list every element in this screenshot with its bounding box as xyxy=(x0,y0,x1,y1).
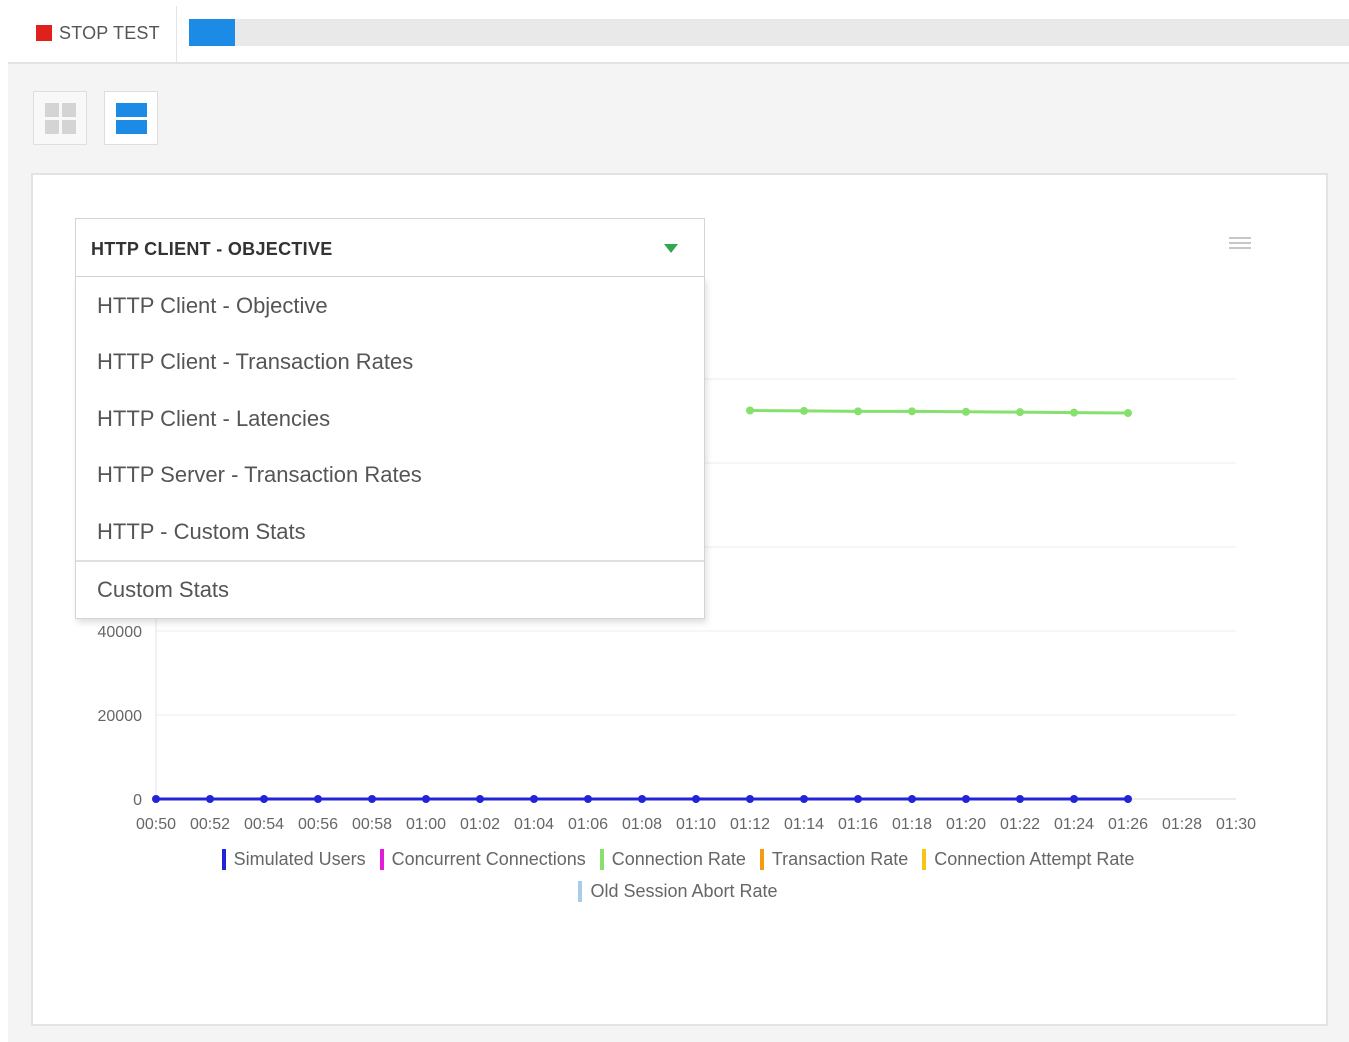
x-tick-label: 01:00 xyxy=(406,816,446,833)
menu-item-http-client-objective[interactable]: HTTP Client - Objective xyxy=(76,278,704,334)
menu-item-http-custom-stats[interactable]: HTTP - Custom Stats xyxy=(76,504,704,560)
simulated-users-point xyxy=(206,795,214,803)
x-tick-label: 01:28 xyxy=(1162,816,1202,833)
simulated-users-point xyxy=(1124,795,1132,803)
legend-swatch xyxy=(922,848,927,870)
x-tick-label: 01:02 xyxy=(460,816,500,833)
simulated-users-point xyxy=(260,795,268,803)
legend-swatch xyxy=(221,848,226,870)
x-tick-label: 01:06 xyxy=(568,816,608,833)
legend-label: Concurrent Connections xyxy=(391,848,586,869)
x-tick-label: 01:10 xyxy=(676,816,716,833)
simulated-users-point xyxy=(962,795,970,803)
y-tick-label: 40000 xyxy=(98,624,143,641)
legend-swatch xyxy=(759,848,764,870)
x-tick-label: 01:04 xyxy=(514,816,554,833)
legend-item[interactable]: Simulated Users xyxy=(221,847,366,871)
x-tick-label: 01:22 xyxy=(1000,816,1040,833)
top-toolbar: STOP TEST xyxy=(8,0,1349,64)
legend-label: Old Session Abort Rate xyxy=(590,880,778,901)
x-tick-label: 01:16 xyxy=(838,816,878,833)
connection-rate-point xyxy=(1124,409,1132,418)
x-tick-label: 01:26 xyxy=(1108,816,1148,833)
simulated-users-point xyxy=(314,795,322,803)
legend-item[interactable]: Connection Rate xyxy=(599,847,746,871)
x-tick-label: 00:58 xyxy=(352,816,392,833)
x-tick-label: 01:20 xyxy=(946,816,986,833)
stop-test-button[interactable]: STOP TEST xyxy=(36,18,160,48)
legend-item[interactable]: Transaction Rate xyxy=(759,847,909,871)
x-tick-label: 01:12 xyxy=(730,816,770,833)
chart-selector-menu: HTTP Client - Objective HTTP Client - Tr… xyxy=(75,277,705,619)
list-view-button[interactable] xyxy=(104,91,158,145)
stop-icon xyxy=(36,25,52,41)
chart-legend: Simulated Users Concurrent Connections Con… xyxy=(123,847,1233,903)
chart-menu-icon[interactable] xyxy=(1229,237,1253,253)
simulated-users-point xyxy=(152,795,160,803)
x-tick-label: 00:54 xyxy=(244,816,284,833)
simulated-users-point xyxy=(1070,795,1078,803)
simulated-users-point xyxy=(908,795,916,803)
legend-swatch xyxy=(578,880,583,902)
simulated-users-point xyxy=(692,795,700,803)
connection-rate-point xyxy=(1016,408,1024,417)
legend-item[interactable]: Concurrent Connections xyxy=(379,847,586,871)
simulated-users-point xyxy=(746,795,754,803)
grid-view-button[interactable] xyxy=(33,91,87,145)
connection-rate-point xyxy=(1070,408,1078,417)
legend-label: Transaction Rate xyxy=(771,848,909,869)
y-tick-label: 0 xyxy=(133,792,142,809)
x-tick-label: 01:24 xyxy=(1054,816,1094,833)
x-tick-label: 00:52 xyxy=(190,816,230,833)
legend-item[interactable]: Connection Attempt Rate xyxy=(922,847,1134,871)
test-progress-fill xyxy=(189,19,236,46)
x-tick-label: 01:08 xyxy=(622,816,662,833)
connection-rate-point xyxy=(908,407,916,416)
menu-item-http-client-latencies[interactable]: HTTP Client - Latencies xyxy=(76,391,704,447)
chart-selector-value: HTTP CLIENT - OBJECTIVE xyxy=(91,239,333,259)
menu-item-http-server-transaction-rates[interactable]: HTTP Server - Transaction Rates xyxy=(76,447,704,503)
simulated-users-point xyxy=(476,795,484,803)
legend-label: Connection Attempt Rate xyxy=(934,848,1135,869)
chevron-down-icon xyxy=(664,244,678,253)
x-tick-label: 00:56 xyxy=(298,816,338,833)
legend-swatch xyxy=(379,848,384,870)
toolbar-divider xyxy=(176,6,177,62)
legend-label: Connection Rate xyxy=(611,848,746,869)
legend-swatch xyxy=(599,848,604,870)
x-tick-label: 01:30 xyxy=(1216,816,1256,833)
simulated-users-point xyxy=(800,795,808,803)
legend-item[interactable]: Old Session Abort Rate xyxy=(578,879,778,903)
simulated-users-point xyxy=(530,795,538,803)
stop-test-label: STOP TEST xyxy=(59,22,160,43)
test-progress-bar xyxy=(189,19,1349,46)
y-tick-label: 20000 xyxy=(98,708,143,725)
x-tick-label: 00:50 xyxy=(136,816,176,833)
connection-rate-point xyxy=(962,407,970,416)
x-tick-label: 01:18 xyxy=(892,816,932,833)
simulated-users-point xyxy=(584,795,592,803)
connection-rate-point xyxy=(854,407,862,416)
simulated-users-point xyxy=(638,795,646,803)
simulated-users-point xyxy=(422,795,430,803)
chart-selector-dropdown[interactable]: HTTP CLIENT - OBJECTIVE xyxy=(75,218,705,277)
legend-label: Simulated Users xyxy=(233,848,366,869)
menu-item-http-client-transaction-rates[interactable]: HTTP Client - Transaction Rates xyxy=(76,334,704,390)
connection-rate-point xyxy=(746,406,754,415)
simulated-users-point xyxy=(1016,795,1024,803)
simulated-users-point xyxy=(854,795,862,803)
simulated-users-point xyxy=(368,795,376,803)
connection-rate-point xyxy=(800,406,808,415)
x-tick-label: 01:14 xyxy=(784,816,824,833)
menu-item-custom-stats[interactable]: Custom Stats xyxy=(76,562,704,618)
